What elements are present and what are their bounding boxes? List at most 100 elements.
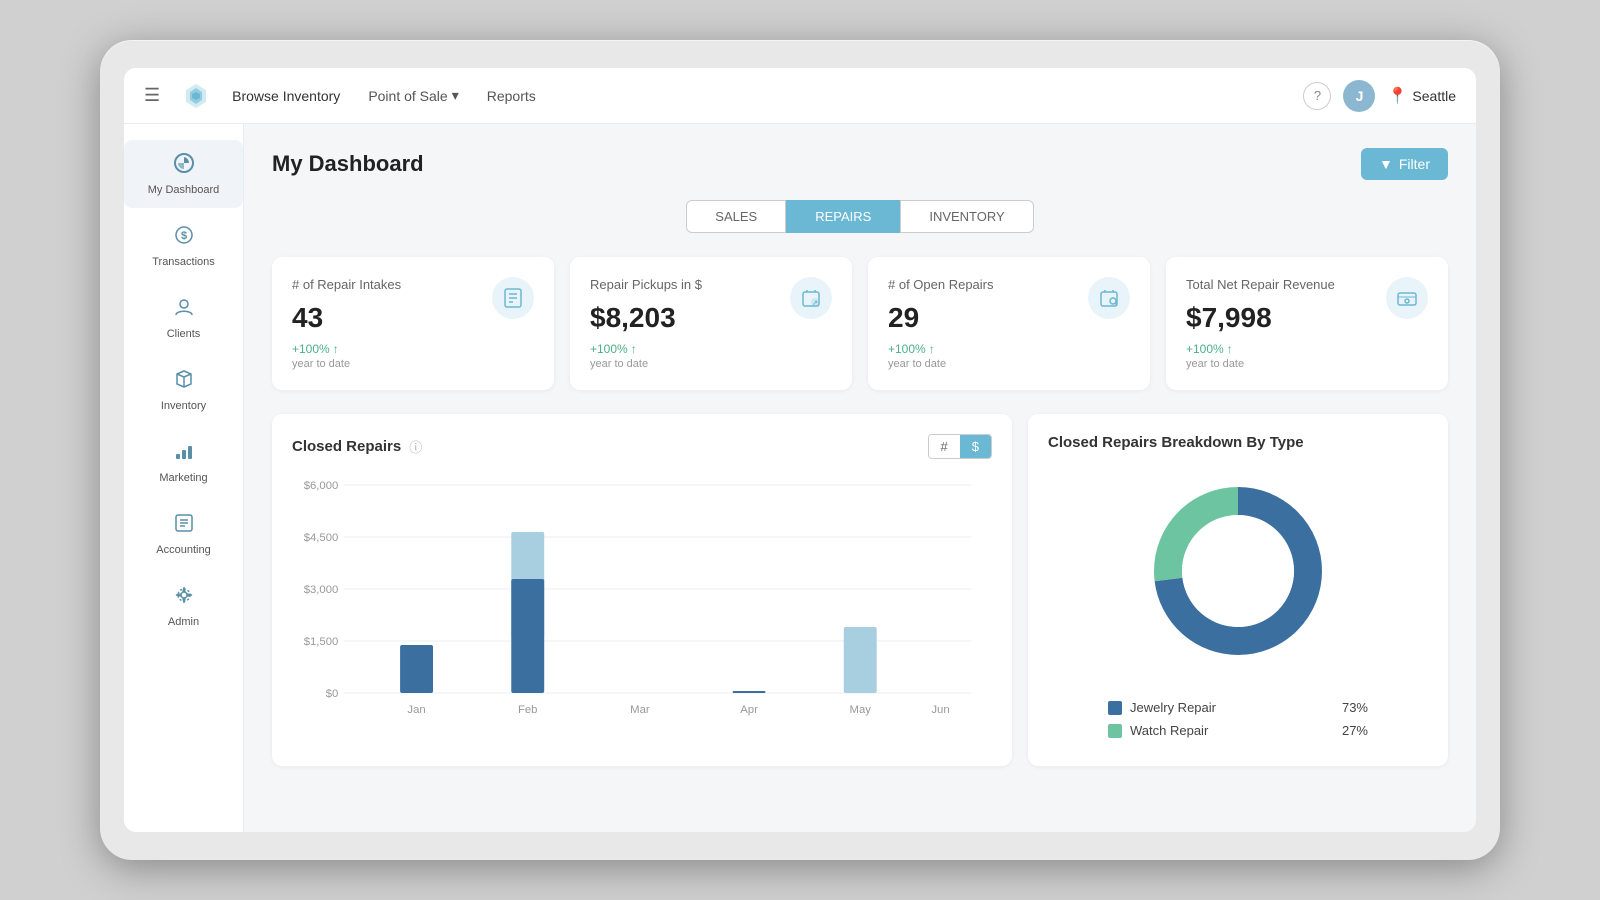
inventory-icon xyxy=(173,368,195,396)
stat-repair-intakes-change: +100% ↑ xyxy=(292,342,401,356)
sidebar-item-inventory-label: Inventory xyxy=(161,400,206,412)
legend-pct-watch: 27% xyxy=(1342,723,1368,738)
sidebar-item-dashboard-label: My Dashboard xyxy=(148,184,220,196)
stat-repair-pickups-ytd: year to date xyxy=(590,358,702,370)
app-logo xyxy=(180,80,212,112)
page-header: My Dashboard ▼ Filter xyxy=(272,148,1448,180)
chart-header: Closed Repairs ⓘ # $ xyxy=(292,434,992,459)
stat-open-repairs-icon xyxy=(1088,277,1130,319)
svg-text:Feb: Feb xyxy=(518,704,538,716)
marketing-icon xyxy=(173,440,195,468)
info-icon[interactable]: ⓘ xyxy=(409,437,422,456)
svg-text:Mar: Mar xyxy=(630,704,650,716)
tab-group: SALES REPAIRS INVENTORY xyxy=(272,200,1448,233)
legend-dot-watch xyxy=(1108,724,1122,738)
legend-pct-jewelry: 73% xyxy=(1342,700,1368,715)
toggle-dollar-button[interactable]: $ xyxy=(960,435,991,458)
stat-open-repairs-ytd: year to date xyxy=(888,358,994,370)
sidebar: My Dashboard $ Transactions xyxy=(124,124,244,832)
legend-dot-jewelry xyxy=(1108,701,1122,715)
transactions-icon: $ xyxy=(173,224,195,252)
svg-text:Jan: Jan xyxy=(407,704,425,716)
trend-up-icon: ↑ xyxy=(333,342,339,356)
sidebar-item-transactions[interactable]: $ Transactions xyxy=(124,212,243,280)
stat-open-repairs-value: 29 xyxy=(888,302,994,334)
clients-icon xyxy=(173,296,195,324)
tab-repairs[interactable]: REPAIRS xyxy=(786,200,900,233)
nav-right: ? J 📍 Seattle xyxy=(1303,80,1456,112)
svg-text:↗: ↗ xyxy=(812,300,818,307)
stat-repair-pickups-icon: ↗ xyxy=(790,277,832,319)
chart-title-row: Closed Repairs ⓘ xyxy=(292,437,422,456)
svg-text:$3,000: $3,000 xyxy=(304,584,339,596)
location-selector[interactable]: 📍 Seattle xyxy=(1387,86,1456,106)
stat-net-revenue-label: Total Net Repair Revenue xyxy=(1186,277,1335,292)
filter-button[interactable]: ▼ Filter xyxy=(1361,148,1448,180)
chart-title: Closed Repairs xyxy=(292,438,401,455)
sidebar-item-dashboard[interactable]: My Dashboard xyxy=(124,140,243,208)
stat-card-repair-pickups: Repair Pickups in $ $8,203 +100% ↑ year … xyxy=(570,257,852,390)
tab-inventory[interactable]: INVENTORY xyxy=(900,200,1033,233)
sidebar-item-marketing[interactable]: Marketing xyxy=(124,428,243,496)
donut-chart-card: Closed Repairs Breakdown By Type xyxy=(1028,414,1448,766)
bottom-row: Closed Repairs ⓘ # $ xyxy=(272,414,1448,766)
sidebar-item-accounting-label: Accounting xyxy=(156,544,210,556)
dashboard-icon xyxy=(173,152,195,180)
sidebar-item-clients[interactable]: Clients xyxy=(124,284,243,352)
sidebar-item-admin-label: Admin xyxy=(168,616,199,628)
bar-chart-area: $6,000 $4,500 $3,000 $1,500 $0 Jan xyxy=(292,475,992,735)
stat-card-repair-intakes: # of Repair Intakes 43 +100% ↑ year to d… xyxy=(272,257,554,390)
stat-repair-intakes-label: # of Repair Intakes xyxy=(292,277,401,292)
bar-chart-svg: $6,000 $4,500 $3,000 $1,500 $0 Jan xyxy=(292,475,992,735)
stat-repair-intakes-icon xyxy=(492,277,534,319)
svg-text:Apr: Apr xyxy=(740,704,758,716)
chart-toggle: # $ xyxy=(928,434,992,459)
legend-label-watch: Watch Repair xyxy=(1130,723,1208,738)
nav-reports[interactable]: Reports xyxy=(487,88,536,104)
stat-net-revenue-change: +100% ↑ xyxy=(1186,342,1335,356)
hamburger-icon[interactable]: ☰ xyxy=(144,85,160,106)
stat-net-revenue-ytd: year to date xyxy=(1186,358,1335,370)
help-button[interactable]: ? xyxy=(1303,82,1331,110)
trend-up-icon: ↑ xyxy=(1227,342,1233,356)
main-body: My Dashboard $ Transactions xyxy=(124,124,1476,832)
donut-wrap: Jewelry Repair 73% Watch Repair xyxy=(1048,471,1428,746)
nav-point-of-sale[interactable]: Point of Sale ▾ xyxy=(368,87,458,104)
donut-svg xyxy=(1138,471,1338,671)
sidebar-item-marketing-label: Marketing xyxy=(159,472,207,484)
legend-label-jewelry: Jewelry Repair xyxy=(1130,700,1216,715)
top-nav: ☰ Browse Inventory Point of Sale ▾ Repor… xyxy=(124,68,1476,124)
sidebar-item-accounting[interactable]: Accounting xyxy=(124,500,243,568)
svg-text:$0: $0 xyxy=(326,688,339,700)
admin-icon xyxy=(173,584,195,612)
closed-repairs-chart-card: Closed Repairs ⓘ # $ xyxy=(272,414,1012,766)
tab-sales[interactable]: SALES xyxy=(686,200,786,233)
trend-up-icon: ↑ xyxy=(929,342,935,356)
accounting-icon xyxy=(173,512,195,540)
toggle-hash-button[interactable]: # xyxy=(929,435,960,458)
stat-repair-pickups-change: +100% ↑ xyxy=(590,342,702,356)
sidebar-item-clients-label: Clients xyxy=(167,328,201,340)
stat-open-repairs-label: # of Open Repairs xyxy=(888,277,994,292)
stat-card-open-repairs: # of Open Repairs 29 +100% ↑ year to dat… xyxy=(868,257,1150,390)
svg-text:$: $ xyxy=(180,230,186,242)
nav-browse-inventory[interactable]: Browse Inventory xyxy=(232,88,340,104)
svg-text:$1,500: $1,500 xyxy=(304,636,339,648)
stat-repair-intakes-ytd: year to date xyxy=(292,358,401,370)
svg-text:Jun: Jun xyxy=(931,704,949,716)
stat-repair-pickups-value: $8,203 xyxy=(590,302,702,334)
svg-text:$6,000: $6,000 xyxy=(304,480,339,492)
stat-net-revenue-icon xyxy=(1386,277,1428,319)
stat-repair-pickups-label: Repair Pickups in $ xyxy=(590,277,702,292)
sidebar-item-inventory[interactable]: Inventory xyxy=(124,356,243,424)
sidebar-item-transactions-label: Transactions xyxy=(152,256,215,268)
donut-svg-wrap xyxy=(1138,471,1338,676)
nav-links: Browse Inventory Point of Sale ▾ Reports xyxy=(232,87,1283,104)
donut-chart-title: Closed Repairs Breakdown By Type xyxy=(1048,434,1428,451)
page-title: My Dashboard xyxy=(272,151,424,177)
filter-icon: ▼ xyxy=(1379,156,1393,172)
stat-open-repairs-change: +100% ↑ xyxy=(888,342,994,356)
sidebar-item-admin[interactable]: Admin xyxy=(124,572,243,640)
chevron-down-icon: ▾ xyxy=(452,87,459,104)
legend-item-watch: Watch Repair 27% xyxy=(1108,723,1368,738)
